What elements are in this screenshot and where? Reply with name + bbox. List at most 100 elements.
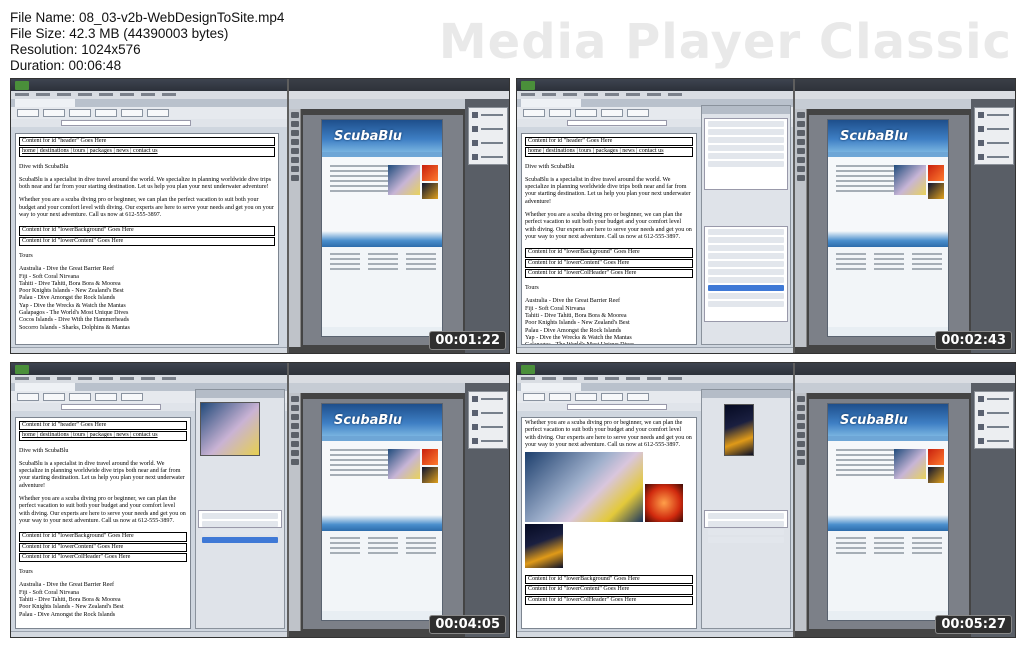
lasso-tool-icon[interactable] <box>291 414 299 420</box>
code-view-button[interactable] <box>17 109 39 117</box>
text-tool-icon[interactable] <box>797 450 805 456</box>
code-view-button[interactable] <box>523 109 545 117</box>
mockup-wave <box>322 515 442 531</box>
dw-doc-tab[interactable] <box>15 99 75 107</box>
zoom-tool-icon[interactable] <box>797 175 805 181</box>
history-icon[interactable] <box>472 438 478 444</box>
address-input[interactable] <box>567 120 667 126</box>
dreamweaver-window: Whether you are a scuba diving pro or be… <box>517 363 793 637</box>
code-view-button[interactable] <box>523 393 545 401</box>
layers-icon[interactable] <box>978 112 984 118</box>
design-view-button[interactable] <box>69 109 91 117</box>
paths-icon[interactable] <box>978 424 984 430</box>
split-view-button[interactable] <box>549 109 571 117</box>
text-tool-icon[interactable] <box>797 166 805 172</box>
dw-doc-tab[interactable] <box>521 99 581 107</box>
scubablu-mockup: ScubaBlu <box>827 403 949 621</box>
brush-tool-icon[interactable] <box>797 432 805 438</box>
nav-links[interactable]: home | destinations | tours | packages |… <box>19 431 187 441</box>
ps-canvas-area[interactable]: ScubaBlu <box>809 115 969 345</box>
paths-icon[interactable] <box>472 424 478 430</box>
design-view-button[interactable] <box>575 393 597 401</box>
layers-icon[interactable] <box>472 396 478 402</box>
tour-item: Poor Knights Islands - New Zealand's Bes… <box>525 320 630 327</box>
design-view[interactable]: Content for id "header" Goes Here home |… <box>15 133 279 345</box>
move-tool-icon[interactable] <box>797 112 805 118</box>
crop-tool-icon[interactable] <box>797 139 805 145</box>
brush-tool-icon[interactable] <box>797 148 805 154</box>
text-tool-icon[interactable] <box>291 166 299 172</box>
brush-tool-icon[interactable] <box>291 432 299 438</box>
marquee-tool-icon[interactable] <box>291 405 299 411</box>
address-input[interactable] <box>61 404 161 410</box>
live-view-button[interactable] <box>121 393 143 401</box>
tour-item: Palau - Dive Amongst the Rock Islands <box>19 295 116 302</box>
eraser-tool-icon[interactable] <box>797 441 805 447</box>
live-code-button[interactable] <box>95 393 117 401</box>
lasso-tool-icon[interactable] <box>797 414 805 420</box>
address-input[interactable] <box>61 120 191 126</box>
lasso-tool-icon[interactable] <box>291 130 299 136</box>
design-view[interactable]: Content for id "header" Goes Here home |… <box>15 417 191 629</box>
history-icon[interactable] <box>978 154 984 160</box>
ps-titlebar <box>795 363 1015 375</box>
marquee-tool-icon[interactable] <box>291 121 299 127</box>
lasso-tool-icon[interactable] <box>797 130 805 136</box>
design-view-button[interactable] <box>69 393 91 401</box>
eraser-tool-icon[interactable] <box>291 441 299 447</box>
crop-tool-icon[interactable] <box>797 423 805 429</box>
history-icon[interactable] <box>472 154 478 160</box>
crop-tool-icon[interactable] <box>291 139 299 145</box>
address-input[interactable] <box>567 404 667 410</box>
ps-canvas-area[interactable]: ScubaBlu <box>303 115 463 345</box>
paths-icon[interactable] <box>472 140 478 146</box>
tour-item: Socorro Islands - Sharks, Dolphins & Man… <box>19 324 130 331</box>
live-view-button[interactable] <box>627 393 649 401</box>
image-files-list <box>704 510 788 543</box>
ps-canvas-area[interactable]: ScubaBlu <box>809 399 969 629</box>
design-view[interactable]: Content for id "header" Goes Here home |… <box>521 133 697 345</box>
ps-canvas-area[interactable]: ScubaBlu <box>303 399 463 629</box>
design-view-button[interactable] <box>575 109 597 117</box>
zoom-tool-icon[interactable] <box>291 175 299 181</box>
live-view-button[interactable] <box>627 109 649 117</box>
inspect-button[interactable] <box>147 109 169 117</box>
tour-item: Yap - Dive the Wrecks & Watch the Mantas <box>19 302 126 309</box>
dreamweaver-window: Content for id "header" Goes Here home |… <box>517 79 793 353</box>
split-view-button[interactable] <box>549 393 571 401</box>
channels-icon[interactable] <box>472 410 478 416</box>
brush-tool-icon[interactable] <box>291 148 299 154</box>
layers-icon[interactable] <box>472 112 478 118</box>
code-view-button[interactable] <box>17 393 39 401</box>
live-view-button[interactable] <box>121 109 143 117</box>
channels-icon[interactable] <box>472 126 478 132</box>
paths-icon[interactable] <box>978 140 984 146</box>
zoom-tool-icon[interactable] <box>797 459 805 465</box>
channels-icon[interactable] <box>978 126 984 132</box>
history-icon[interactable] <box>978 438 984 444</box>
text-tool-icon[interactable] <box>291 450 299 456</box>
crop-tool-icon[interactable] <box>291 423 299 429</box>
move-tool-icon[interactable] <box>291 112 299 118</box>
live-code-button[interactable] <box>601 109 623 117</box>
marquee-tool-icon[interactable] <box>797 121 805 127</box>
split-view-button[interactable] <box>43 109 65 117</box>
move-tool-icon[interactable] <box>797 396 805 402</box>
eraser-tool-icon[interactable] <box>797 157 805 163</box>
eraser-tool-icon[interactable] <box>291 157 299 163</box>
dw-doc-tab[interactable] <box>15 383 75 391</box>
live-code-button[interactable] <box>95 109 117 117</box>
nav-links[interactable]: home | destinations | tours | packages |… <box>525 147 693 157</box>
dw-doc-tab[interactable] <box>521 383 581 391</box>
live-code-button[interactable] <box>601 393 623 401</box>
split-view-button[interactable] <box>43 393 65 401</box>
marquee-tool-icon[interactable] <box>797 405 805 411</box>
design-view[interactable]: Whether you are a scuba diving pro or be… <box>521 417 697 629</box>
zoom-tool-icon[interactable] <box>291 459 299 465</box>
media-player-thumbnail-sheet: File Name: 08_03-v2b-WebDesignToSite.mp4… <box>0 0 1024 646</box>
channels-icon[interactable] <box>978 410 984 416</box>
nav-links[interactable]: home | destinations | tours | packages |… <box>19 147 275 157</box>
layers-icon[interactable] <box>978 396 984 402</box>
move-tool-icon[interactable] <box>291 396 299 402</box>
dw-status-bar <box>11 631 287 637</box>
